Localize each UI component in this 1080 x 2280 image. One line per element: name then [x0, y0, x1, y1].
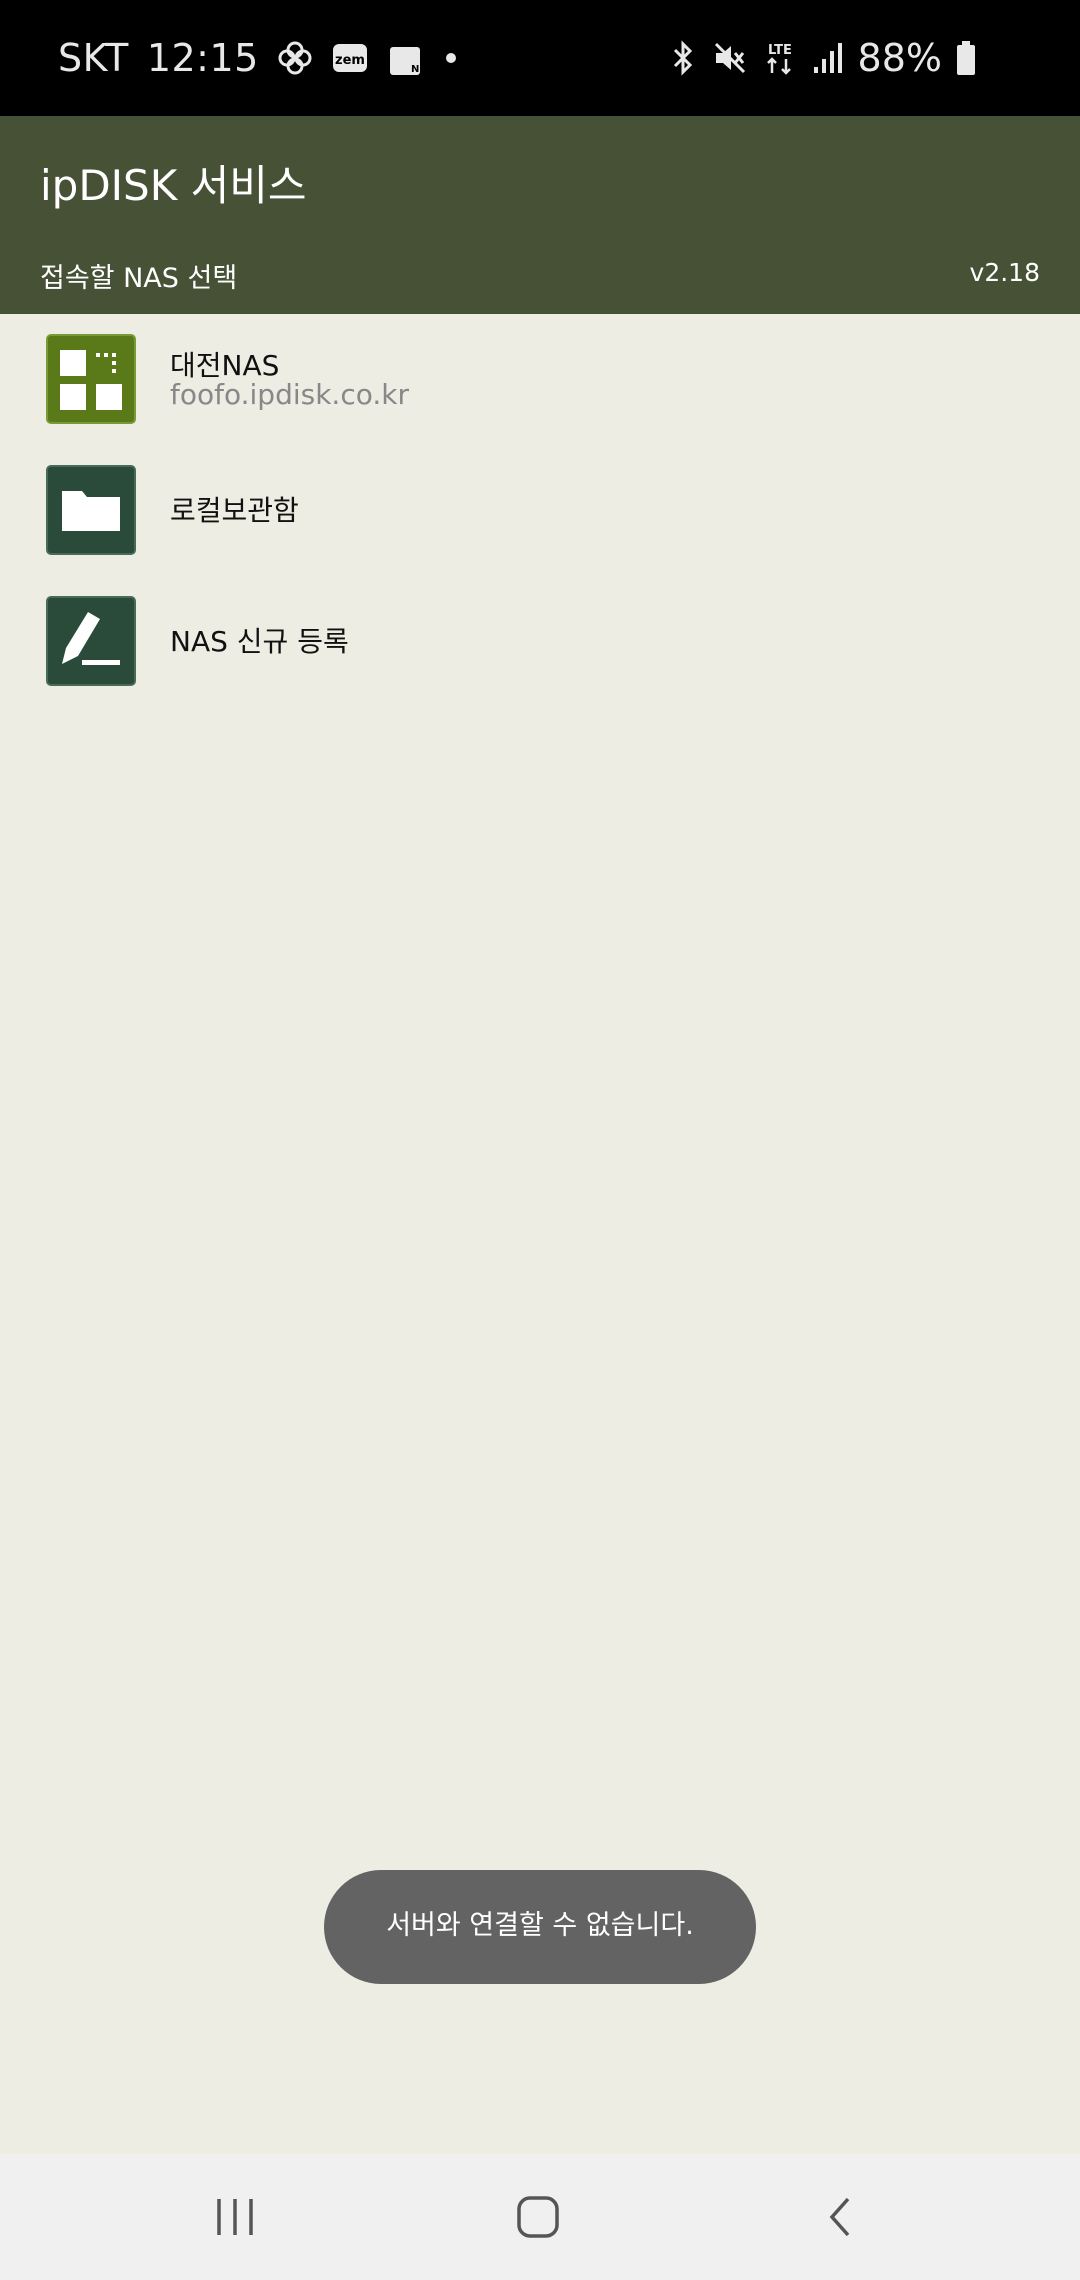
nas-item-local-storage[interactable]: 로컬보관함	[0, 445, 1080, 576]
carrier-label: SKT	[58, 36, 129, 80]
app-header: ipDISK 서비스 접속할 NAS 선택 v2.18	[0, 116, 1080, 314]
clock: 12:15	[146, 36, 259, 80]
nas-item-register[interactable]: NAS 신규 등록	[0, 576, 1080, 707]
app-title: ipDISK 서비스	[40, 161, 307, 210]
recent-apps-button[interactable]	[175, 2154, 295, 2280]
nav-bar	[0, 2154, 1080, 2280]
nas-item-daejeon[interactable]: 대전NAS foofo.ipdisk.co.kr	[0, 314, 1080, 445]
shopping-bag-icon: N	[387, 39, 423, 77]
battery-percent: 88%	[857, 36, 942, 80]
nas-list: 대전NAS foofo.ipdisk.co.kr 로컬보관함 NAS 신규 등록	[0, 314, 1080, 707]
bluetooth-icon	[668, 39, 698, 77]
signal-icon	[812, 41, 844, 75]
pen-icon	[46, 596, 136, 686]
status-bar: SKT 12:15 zem N LTE 88%	[0, 0, 1080, 116]
nas-item-name: NAS 신규 등록	[170, 625, 349, 658]
nas-item-name: 로컬보관함	[170, 494, 299, 527]
status-left: SKT 12:15 zem N	[58, 0, 461, 116]
nas-item-host: foofo.ipdisk.co.kr	[170, 378, 409, 411]
svg-text:LTE: LTE	[768, 43, 792, 58]
back-button[interactable]	[780, 2154, 900, 2280]
battery-icon	[956, 41, 976, 75]
svg-text:zem: zem	[335, 53, 365, 68]
back-icon	[829, 2197, 850, 2237]
home-icon	[517, 2196, 559, 2238]
home-button[interactable]	[478, 2154, 598, 2280]
version-label: v2.18	[969, 258, 1040, 287]
svg-text:N: N	[411, 64, 419, 75]
status-right: LTE 88%	[668, 0, 976, 116]
folder-icon	[46, 465, 136, 555]
pinwheel-icon	[277, 40, 313, 76]
nas-grid-icon	[46, 334, 136, 424]
mute-icon	[712, 40, 748, 76]
dot-icon	[441, 48, 461, 68]
zem-app-icon: zem	[331, 40, 369, 76]
header-subtitle: 접속할 NAS 선택	[40, 263, 238, 294]
toast-message: 서버와 연결할 수 없습니다.	[324, 1870, 756, 1984]
lte-icon: LTE	[762, 39, 798, 77]
recent-apps-icon	[217, 2199, 253, 2235]
